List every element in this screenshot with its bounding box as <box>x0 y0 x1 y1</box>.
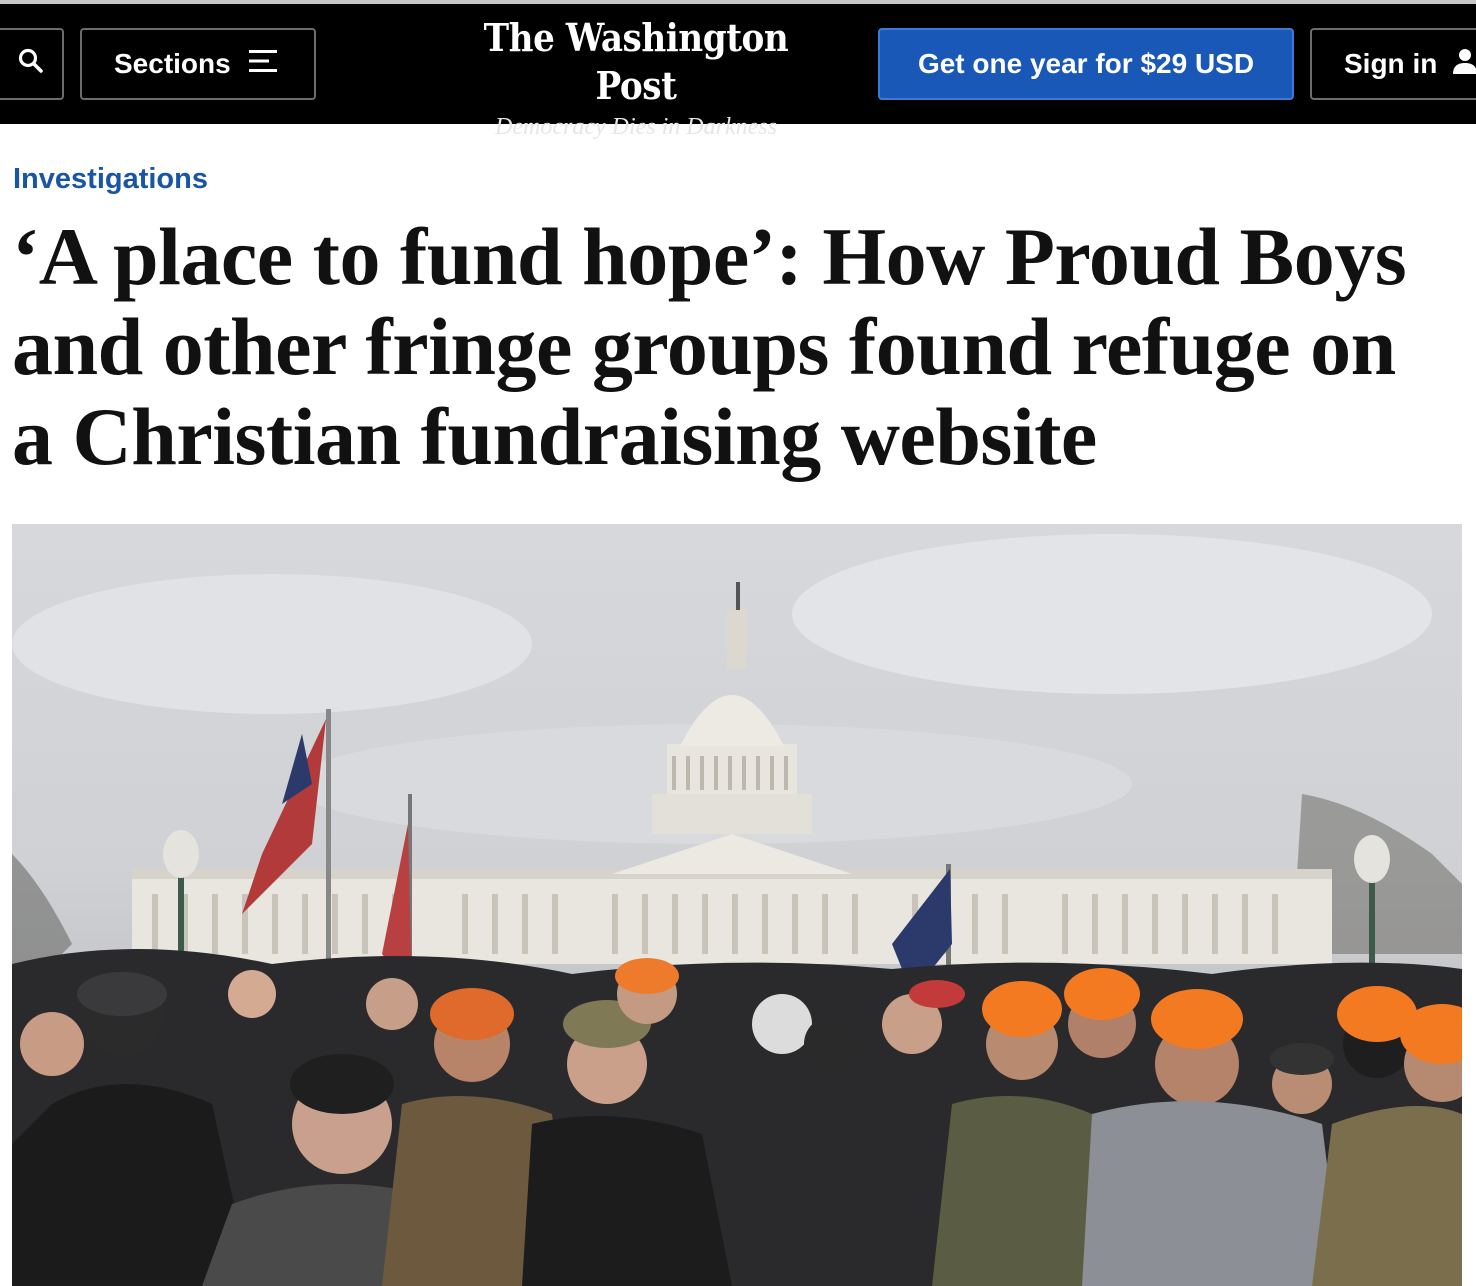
subscribe-button[interactable]: Get one year for $29 USD <box>878 28 1294 100</box>
person-icon <box>1451 47 1476 82</box>
search-icon <box>18 48 44 81</box>
subscribe-label: Get one year for $29 USD <box>917 48 1255 79</box>
menu-icon <box>248 48 279 80</box>
sections-button[interactable]: Sections <box>80 28 316 100</box>
section-kicker-link[interactable]: Investigations <box>13 163 208 196</box>
search-button[interactable] <box>0 28 64 100</box>
tagline: Democracy Dies in Darkness <box>495 114 777 140</box>
article-headline: ‘A place to fund hope’: How Proud Boys a… <box>12 211 1407 482</box>
lead-photo <box>12 524 1462 1286</box>
capitol-crowd-photo <box>12 534 1462 1286</box>
masthead[interactable]: The Washington Post Democracy Dies in Da… <box>420 14 852 141</box>
sections-label: Sections <box>114 48 231 79</box>
site-header: Sections The Washington Post Democracy D… <box>0 4 1476 140</box>
logo[interactable]: The Washington Post <box>442 14 831 110</box>
sign-in-label: Sign in <box>1344 48 1438 79</box>
sign-in-button[interactable]: Sign in <box>1310 28 1476 100</box>
